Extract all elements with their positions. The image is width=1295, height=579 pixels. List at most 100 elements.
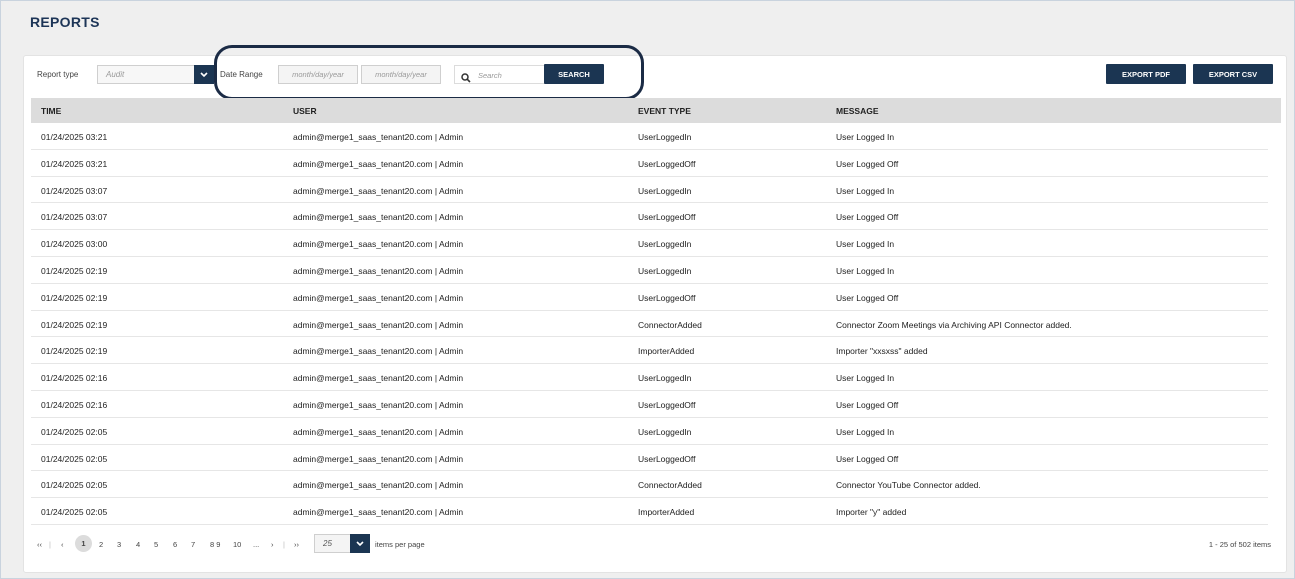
cell-event-type: UserLoggedOff [638,212,696,223]
table-row[interactable]: 01/24/2025 02:05 admin@merge1_saas_tenant… [31,445,1268,472]
table-row[interactable]: 01/24/2025 03:00 admin@merge1_saas_tenant… [31,230,1268,257]
cell-event-type: UserLoggedIn [638,132,692,142]
cell-time: 01/24/2025 02:05 [41,453,108,464]
cell-message: User Logged Off [836,158,899,169]
cell-user: admin@merge1_saas_tenant20.com | Admin [293,132,464,142]
cell-event-type: UserLoggedIn [638,239,692,250]
table-row[interactable]: 01/24/2025 02:16 admin@merge1_saas_tenant… [31,364,1268,391]
column-header-event-type[interactable]: EVENT TYPE [638,106,691,116]
cell-message: User Logged In [836,239,895,250]
cell-event-type: ImporterAdded [638,507,695,518]
cell-event-type: UserLoggedIn [638,185,692,196]
cell-user: admin@merge1_saas_tenant20.com | Admin [293,319,464,330]
cell-user: admin@merge1_saas_tenant20.com | Admin [293,480,464,491]
cell-user: admin@merge1_saas_tenant20.com | Admin [293,292,464,303]
table-row[interactable]: 01/24/2025 02:05 admin@merge1_saas_tenant… [31,418,1268,445]
cell-time: 01/24/2025 02:16 [41,399,108,410]
cell-time: 01/24/2025 02:16 [41,373,108,384]
table-row[interactable]: 01/24/2025 02:05 admin@merge1_saas_tenant… [31,471,1268,499]
page-1-button[interactable]: 1 [75,535,92,552]
cell-message: User Logged In [836,265,895,276]
page-size-select[interactable]: 25 [314,534,370,553]
cell-user: admin@merge1_saas_tenant20.com | Admin [293,265,464,276]
cell-user: admin@merge1_saas_tenant20.com | Admin [293,453,464,464]
page-6-button[interactable]: 6 [173,540,177,549]
first-page-button[interactable]: ‹‹ [37,540,42,549]
cell-event-type: UserLoggedIn [638,265,692,276]
page-8-9-buttons[interactable]: 8 9 [210,540,220,549]
cell-event-type: ConnectorAdded [638,319,702,330]
table-row[interactable]: 01/24/2025 02:05 admin@merge1_saas_tenant… [31,498,1268,525]
per-page-label: items per page [375,540,425,549]
table-row[interactable]: 01/24/2025 03:21 admin@merge1_saas_tenant… [31,123,1268,150]
table-header: TIME USER EVENT TYPE MESSAGE [31,98,1281,123]
cell-time: 01/24/2025 02:19 [41,292,108,303]
app-frame: REPORTS Report type Audit Date Range mon… [0,0,1295,579]
report-type-select[interactable]: Audit [97,65,214,84]
table-row[interactable]: 01/24/2025 02:16 admin@merge1_saas_tenant… [31,391,1268,418]
cell-event-type: UserLoggedOff [638,158,696,169]
page-3-button[interactable]: 3 [117,540,121,549]
cell-time: 01/24/2025 03:07 [41,185,108,196]
page-2-button[interactable]: 2 [99,540,103,549]
column-header-message[interactable]: MESSAGE [836,106,879,116]
cell-message: User Logged In [836,373,895,384]
cell-user: admin@merge1_saas_tenant20.com | Admin [293,212,464,223]
page-7-button[interactable]: 7 [191,540,195,549]
page-5-button[interactable]: 5 [154,540,158,549]
pagination: ‹‹ | ‹ 1 2 3 4 5 6 7 8 9 10 ... › | ›› 2… [24,532,1286,556]
page-4-button[interactable]: 4 [136,540,140,549]
cell-event-type: UserLoggedIn [638,426,692,437]
cell-event-type: UserLoggedIn [638,373,692,384]
cell-time: 01/24/2025 03:21 [41,132,108,142]
cell-user: admin@merge1_saas_tenant20.com | Admin [293,239,464,250]
audit-table: TIME USER EVENT TYPE MESSAGE 01/24/2025 … [31,98,1281,525]
column-header-time[interactable]: TIME [41,106,61,116]
pagination-summary: 1 - 25 of 502 items [1208,540,1271,549]
prev-page-button[interactable]: ‹ [61,540,64,549]
reports-card: Report type Audit Date Range month/day/y… [23,45,1287,573]
cell-user: admin@merge1_saas_tenant20.com | Admin [293,158,464,169]
export-pdf-button[interactable]: EXPORT PDF [1106,64,1186,84]
more-pages-button[interactable]: ... [253,540,259,549]
last-page-button[interactable]: ›› [294,540,299,549]
cell-time: 01/24/2025 02:19 [41,346,108,357]
cell-message: User Logged In [836,185,895,196]
table-row[interactable]: 01/24/2025 02:19 admin@merge1_saas_tenant… [31,337,1268,365]
cell-message: Connector Zoom Meetings via Archiving AP… [836,319,1072,330]
cell-message: User Logged Off [836,292,899,303]
table-row[interactable]: 01/24/2025 03:07 admin@merge1_saas_tenant… [31,203,1268,231]
cell-time: 01/24/2025 02:19 [41,265,108,276]
cell-event-type: UserLoggedOff [638,399,696,410]
cell-event-type: UserLoggedOff [638,453,696,464]
page-size-value: 25 [323,539,332,548]
pager-divider: | [283,540,285,549]
cell-message: Connector YouTube Connector added. [836,480,981,491]
cell-event-type: ConnectorAdded [638,480,702,491]
cell-user: admin@merge1_saas_tenant20.com | Admin [293,373,464,384]
table-body: 01/24/2025 03:21 admin@merge1_saas_tenant… [31,123,1281,525]
cell-user: admin@merge1_saas_tenant20.com | Admin [293,507,464,518]
cell-time: 01/24/2025 02:19 [41,319,108,330]
export-csv-button[interactable]: EXPORT CSV [1193,64,1273,84]
chevron-down-icon[interactable] [350,534,370,553]
highlight-outline [214,45,644,100]
page-10-button[interactable]: 10 [233,540,241,549]
cell-message: User Logged Off [836,212,899,223]
table-row[interactable]: 01/24/2025 02:19 admin@merge1_saas_tenant… [31,257,1268,284]
table-row[interactable]: 01/24/2025 03:21 admin@merge1_saas_tenant… [31,150,1268,177]
table-row[interactable]: 01/24/2025 02:19 admin@merge1_saas_tenant… [31,311,1268,338]
cell-time: 01/24/2025 03:00 [41,239,108,250]
cell-event-type: ImporterAdded [638,346,695,357]
cell-user: admin@merge1_saas_tenant20.com | Admin [293,399,464,410]
cell-user: admin@merge1_saas_tenant20.com | Admin [293,185,464,196]
cell-message: User Logged Off [836,399,899,410]
cell-time: 01/24/2025 02:05 [41,507,108,518]
table-row[interactable]: 01/24/2025 02:19 admin@merge1_saas_tenant… [31,284,1268,311]
table-row[interactable]: 01/24/2025 03:07 admin@merge1_saas_tenant… [31,177,1268,204]
column-header-user[interactable]: USER [293,106,317,116]
cell-time: 01/24/2025 02:05 [41,480,108,491]
report-type-value: Audit [106,70,125,79]
chevron-down-icon[interactable] [194,65,214,84]
next-page-button[interactable]: › [271,540,274,549]
